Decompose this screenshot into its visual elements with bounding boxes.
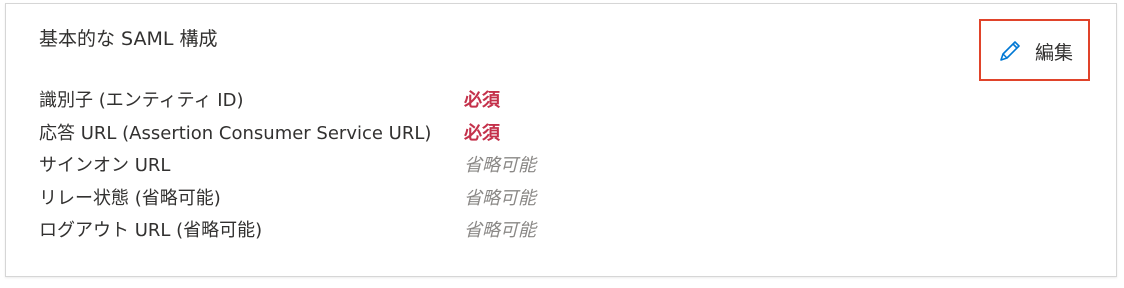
- row-label: 応答 URL (Assertion Consumer Service URL): [39, 122, 432, 144]
- optional-value: 省略可能: [464, 220, 536, 241]
- required-value: 必須: [464, 122, 500, 144]
- pencil-icon: [996, 37, 1024, 65]
- saml-config-card: 基本的な SAML 構成 編集 識別子 (エンティティ ID) 必須 応答 UR…: [5, 3, 1117, 277]
- row-label: サインオン URL: [39, 155, 171, 176]
- required-value: 必須: [464, 90, 500, 111]
- edit-label: 編集: [1035, 42, 1074, 64]
- edit-button[interactable]: 編集: [979, 19, 1090, 81]
- optional-value: 省略可能: [464, 155, 536, 176]
- row-label: ログアウト URL (省略可能): [39, 220, 263, 241]
- row-label: 識別子 (エンティティ ID): [39, 90, 244, 111]
- row-label: リレー状態 (省略可能): [39, 187, 221, 209]
- section-title: 基本的な SAML 構成: [39, 28, 218, 50]
- optional-value: 省略可能: [464, 187, 536, 209]
